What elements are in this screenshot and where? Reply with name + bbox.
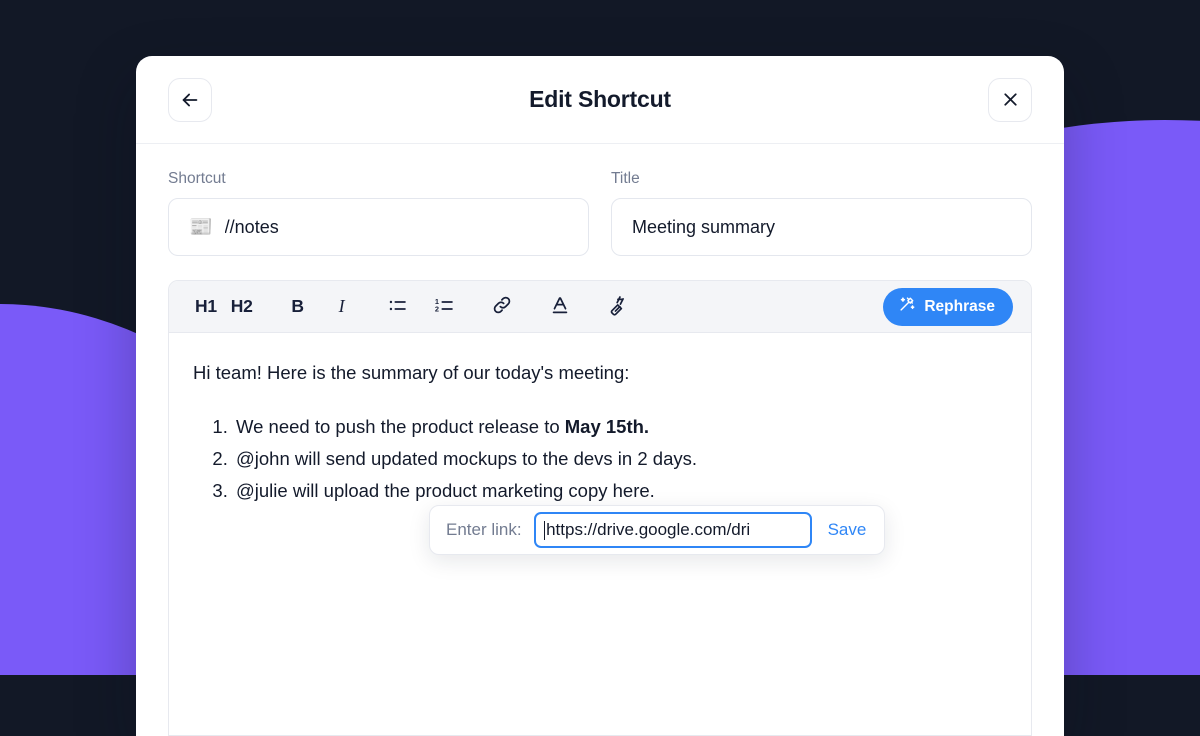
bold-label: B — [291, 296, 304, 316]
save-link-button[interactable]: Save — [824, 518, 871, 542]
edit-shortcut-modal: Edit Shortcut Shortcut 📰 //notes Title M… — [136, 56, 1064, 736]
text-color-button[interactable] — [543, 289, 577, 325]
heading-2-button[interactable]: H2 — [225, 289, 259, 325]
list-item-bold: May 15th. — [564, 415, 650, 437]
page-title: Edit Shortcut — [529, 86, 671, 112]
magic-wand-icon — [898, 295, 916, 318]
italic-label: I — [338, 296, 345, 316]
back-button[interactable] — [168, 77, 212, 122]
link-icon — [491, 294, 513, 319]
heading-1-label: H1 — [195, 296, 217, 316]
list-item: @julie will upload the product marketing… — [233, 475, 1007, 507]
bold-button[interactable]: B — [283, 289, 313, 325]
numbered-list-button[interactable]: 1 2 — [428, 289, 461, 325]
text-color-icon — [549, 294, 571, 319]
close-icon — [1000, 89, 1021, 110]
list-item-text: @john will send updated mockups to the d… — [236, 447, 697, 469]
shortcut-label: Shortcut — [168, 170, 226, 187]
link-button[interactable] — [485, 289, 519, 325]
list-item: @john will send updated mockups to the d… — [233, 443, 1007, 475]
bullet-list-button[interactable] — [381, 289, 414, 325]
numbered-list-icon: 1 2 — [434, 295, 455, 319]
rich-text-editor: H1 H2 B I 1 2 Rephrase Hi team! Here is … — [168, 280, 1032, 736]
close-button[interactable] — [988, 77, 1032, 122]
rephrase-label: Rephrase — [924, 297, 995, 315]
link-url-input[interactable]: https://drive.google.com/dri — [533, 512, 812, 548]
title-input[interactable]: Meeting summary — [611, 198, 1032, 256]
summary-ordered-list: We need to push the product release to M… — [193, 411, 1007, 507]
shortcut-field-group: Shortcut 📰 //notes — [168, 170, 589, 256]
highlight-button[interactable] — [601, 289, 636, 325]
newspaper-icon: 📰 — [189, 216, 213, 238]
intro-paragraph: Hi team! Here is the summary of our toda… — [193, 362, 630, 383]
bullet-list-icon — [387, 295, 408, 319]
editor-toolbar: H1 H2 B I 1 2 Rephrase — [169, 281, 1031, 333]
list-item: We need to push the product release to M… — [233, 411, 1007, 443]
form-row: Shortcut 📰 //notes Title Meeting summary — [136, 144, 1064, 256]
arrow-left-icon — [179, 89, 201, 111]
italic-button[interactable]: I — [327, 289, 357, 325]
list-item-text: We need to push the product release to — [236, 415, 565, 437]
title-label: Title — [611, 170, 640, 187]
modal-header: Edit Shortcut — [136, 56, 1064, 144]
heading-1-button[interactable]: H1 — [189, 289, 223, 325]
list-item-text: @julie will upload the product marketing… — [236, 479, 655, 501]
heading-2-label: H2 — [230, 296, 253, 316]
shortcut-input[interactable]: 📰 //notes — [168, 198, 589, 256]
link-popover: Enter link: https://drive.google.com/dri… — [429, 505, 886, 555]
link-url-value: https://drive.google.com/dri — [546, 520, 751, 539]
link-popover-label: Enter link: — [446, 520, 522, 539]
shortcut-value: //notes — [224, 216, 279, 237]
title-field-group: Title Meeting summary — [611, 170, 1032, 256]
svg-text:2: 2 — [434, 304, 438, 313]
highlighter-icon — [607, 294, 630, 320]
title-value: Meeting summary — [632, 216, 776, 237]
text-cursor — [543, 520, 546, 540]
rephrase-button[interactable]: Rephrase — [883, 287, 1013, 326]
